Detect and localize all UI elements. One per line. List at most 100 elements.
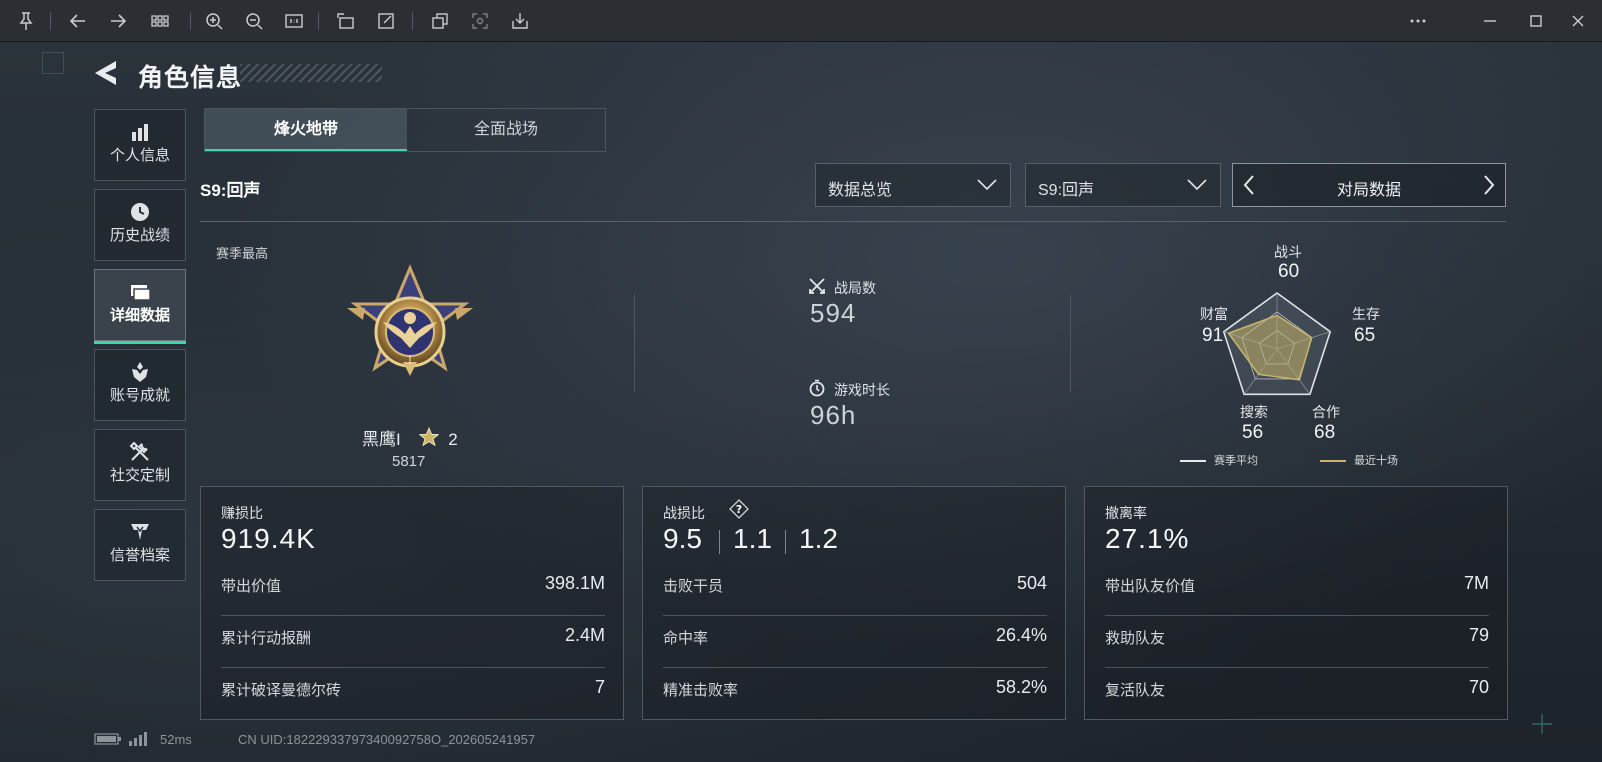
copy-icon[interactable] [428, 9, 452, 33]
corner-marker [42, 52, 64, 74]
overview-dropdown[interactable]: 数据总览 [815, 163, 1011, 207]
row-value: 58.2% [995, 677, 1047, 697]
row-key: 复活队友 [1105, 682, 1166, 699]
achievement-icon [95, 350, 185, 384]
row-key: 击败干员 [663, 578, 724, 595]
sidebar-item-label: 详细数据 [109, 307, 170, 324]
matches-label: 战局数 [834, 280, 876, 296]
sidebar-item-credit[interactable]: 信誉档案 [94, 509, 186, 581]
legend-swatch [1320, 460, 1346, 462]
match-data-title: 对局数据 [1336, 182, 1401, 199]
tab-all-out-warfare[interactable]: 全面战场 [407, 109, 605, 151]
extraction-label: 撤离率 [1105, 505, 1147, 521]
back-arrow-icon[interactable] [66, 9, 90, 33]
minimize-icon[interactable] [1478, 9, 1502, 33]
tools-icon [95, 430, 185, 464]
maximize-icon[interactable] [1524, 9, 1548, 33]
radar-label-wealth: 财富 [1200, 306, 1228, 322]
credit-shield-icon [95, 510, 185, 544]
radar-label-combat: 战斗 [1274, 244, 1302, 260]
sidebar-item-history[interactable]: 历史战绩 [94, 189, 186, 261]
section-divider [1070, 294, 1071, 392]
sidebar-item-achievements[interactable]: 账号成就 [94, 349, 186, 421]
grid-icon[interactable] [148, 9, 172, 33]
stopwatch-icon [808, 379, 826, 402]
card-row: 命中率 26.4% [663, 615, 1047, 655]
sidebar-item-label: 个人信息 [109, 147, 170, 164]
card-row: 救助队友 79 [1105, 615, 1489, 655]
battery-icon [94, 732, 122, 749]
legend-swatch [1180, 460, 1206, 462]
row-value: 2.4M [564, 625, 605, 645]
toolbar-divider [318, 12, 319, 30]
help-icon[interactable]: ? [729, 499, 749, 519]
row-key: 累计行动报酬 [221, 630, 312, 647]
radar-label-survival: 生存 [1352, 306, 1380, 322]
crossed-swords-icon [808, 277, 826, 300]
actual-size-icon[interactable] [282, 9, 306, 33]
sidebar-item-detailed-data[interactable]: 详细数据 [94, 269, 186, 344]
mode-tabs: 烽火地带 全面战场 [204, 108, 606, 152]
kd-value-2: 1.1 [733, 523, 772, 554]
card-row: 精准击败率 58.2% [663, 667, 1047, 707]
rank-score: 5817 [392, 453, 426, 470]
sidebar-item-label: 账号成就 [109, 387, 170, 404]
overview-dropdown-value: 数据总览 [828, 182, 893, 199]
kd-divider [785, 530, 786, 554]
edit-icon[interactable] [374, 9, 398, 33]
row-key: 带出价值 [221, 578, 282, 595]
season-best-label: 赛季最高 [216, 246, 269, 261]
rank-name-line: 黑鹰I 2 [362, 425, 458, 452]
signal-icon [128, 731, 148, 750]
sidebar-item-social[interactable]: 社交定制 [94, 429, 186, 501]
help-glyph: ? [736, 503, 742, 516]
row-divider [221, 615, 605, 616]
card-row: 累计破译曼德尔砖 7 [221, 667, 605, 707]
profit-value: 919.4K [221, 523, 316, 554]
extraction-card: 撤离率 27.1% 带出队友价值 7M 救助队友 79 复活队友 70 [1084, 486, 1508, 720]
sidebar-item-label: 信誉档案 [109, 547, 170, 564]
season-dropdown[interactable]: S9:回声 [1025, 163, 1221, 207]
row-key: 精准击败率 [663, 682, 739, 699]
zoom-in-icon[interactable] [202, 9, 226, 33]
row-value: 26.4% [995, 625, 1047, 645]
save-icon[interactable] [508, 9, 532, 33]
ability-radar-chart [1222, 292, 1332, 396]
cards-icon [95, 270, 185, 304]
close-icon[interactable] [1566, 9, 1590, 33]
forward-arrow-icon[interactable] [106, 9, 130, 33]
row-divider [1105, 615, 1489, 616]
header-divider [200, 221, 1506, 222]
row-value: 79 [1468, 625, 1489, 645]
row-value: 70 [1468, 677, 1489, 697]
back-button[interactable] [92, 58, 122, 88]
pin-icon[interactable] [14, 9, 38, 33]
black-hawk-rank-medal: I [343, 264, 477, 394]
screenshot-icon[interactable] [468, 9, 492, 33]
sidebar-item-label: 历史战绩 [109, 227, 170, 244]
uid-text: CN UID:18222933797340092758O_20260524195… [238, 732, 536, 747]
more-icon[interactable] [1406, 9, 1430, 33]
row-divider [663, 615, 1047, 616]
row-key: 命中率 [663, 630, 709, 647]
legend-label: 最近十场 [1354, 455, 1398, 467]
svg-text:I: I [408, 356, 412, 367]
rotate-icon[interactable] [334, 9, 358, 33]
kd-divider [719, 530, 720, 554]
sidebar-item-profile[interactable]: 个人信息 [94, 109, 186, 181]
tab-havoc-zone[interactable]: 烽火地带 [205, 109, 407, 151]
radar-label-teamwork: 合作 [1312, 404, 1340, 420]
next-button[interactable] [1471, 164, 1505, 206]
zoom-out-icon[interactable] [242, 9, 266, 33]
row-key: 救助队友 [1105, 630, 1166, 647]
page-title: 角色信息 [138, 64, 243, 92]
row-value: 7M [1463, 573, 1489, 593]
extraction-value: 27.1% [1105, 523, 1190, 554]
window-toolbar [0, 0, 1602, 42]
row-divider [221, 667, 605, 668]
card-row: 带出队友价值 7M [1105, 563, 1489, 603]
match-data-switcher: 对局数据 [1232, 163, 1506, 207]
playtime-value: 96h [810, 400, 857, 430]
section-divider [634, 294, 635, 392]
row-value: 7 [594, 677, 605, 697]
